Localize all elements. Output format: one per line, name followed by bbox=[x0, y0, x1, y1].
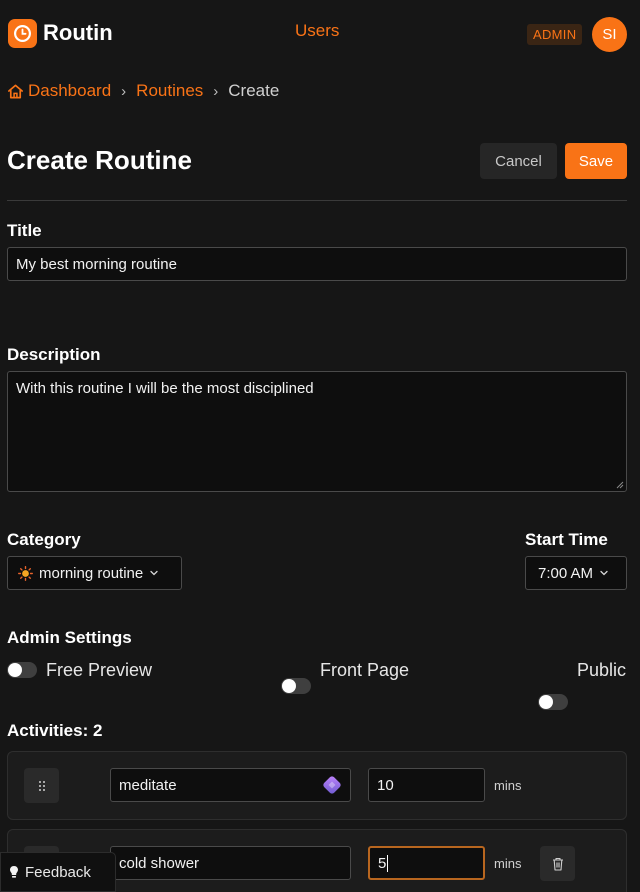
feedback-label: Feedback bbox=[25, 863, 91, 881]
duration-unit: mins bbox=[494, 778, 522, 793]
category-select[interactable]: morning routine bbox=[7, 556, 182, 590]
feedback-button[interactable]: Feedback bbox=[0, 852, 116, 892]
title-input[interactable]: My best morning routine bbox=[7, 247, 627, 281]
activity-name-value: cold shower bbox=[119, 854, 200, 872]
activity-duration-value: 10 bbox=[377, 776, 394, 794]
user-avatar[interactable]: SI bbox=[592, 17, 627, 52]
activity-duration-value: 5 bbox=[378, 854, 387, 872]
chevron-down-icon bbox=[600, 570, 608, 576]
admin-settings-heading: Admin Settings bbox=[7, 628, 132, 647]
activity-duration-input[interactable]: 10 bbox=[368, 768, 485, 802]
free-preview-label: Free Preview bbox=[46, 660, 153, 680]
start-time-label: Start Time bbox=[525, 530, 608, 549]
free-preview-toggle[interactable] bbox=[7, 662, 37, 678]
sun-icon bbox=[18, 565, 33, 581]
brand-name[interactable]: Routin bbox=[43, 20, 113, 46]
breadcrumb-separator: › bbox=[121, 82, 127, 100]
cancel-button[interactable]: Cancel bbox=[480, 143, 557, 179]
toggle-knob bbox=[282, 679, 296, 693]
drag-handle-icon[interactable] bbox=[24, 768, 59, 803]
front-page-toggle[interactable] bbox=[281, 678, 311, 694]
public-label: Public bbox=[577, 660, 627, 680]
toggle-knob bbox=[8, 663, 22, 677]
front-page-label: Front Page bbox=[320, 660, 410, 680]
chevron-down-icon bbox=[150, 570, 158, 576]
activity-duration-input-focused[interactable]: 5 bbox=[368, 846, 485, 880]
breadcrumb-dashboard[interactable]: Dashboard bbox=[28, 81, 111, 101]
page-title: Create Routine bbox=[7, 145, 192, 175]
clock-icon bbox=[14, 25, 31, 42]
activity-name-value: meditate bbox=[119, 776, 177, 794]
resize-handle-icon[interactable] bbox=[616, 481, 624, 489]
home-icon bbox=[8, 84, 23, 98]
toggle-knob bbox=[539, 695, 553, 709]
role-badge: ADMIN bbox=[527, 24, 583, 45]
app-logo[interactable] bbox=[8, 19, 37, 48]
description-textarea[interactable]: With this routine I will be the most dis… bbox=[7, 371, 627, 492]
breadcrumb-routines[interactable]: Routines bbox=[136, 81, 203, 101]
breadcrumb-current: Create bbox=[228, 81, 280, 100]
public-toggle[interactable] bbox=[538, 694, 568, 710]
activity-name-input[interactable]: meditate bbox=[110, 768, 351, 802]
save-button[interactable]: Save bbox=[565, 143, 627, 179]
ai-sparkle-icon[interactable] bbox=[320, 773, 344, 797]
activities-heading: Activities: 2 bbox=[7, 721, 103, 740]
trash-icon bbox=[552, 857, 563, 871]
grip-dots-icon bbox=[38, 780, 45, 791]
start-time-select[interactable]: 7:00 AM bbox=[525, 556, 627, 590]
category-label: Category bbox=[7, 530, 81, 549]
title-input-value: My best morning routine bbox=[16, 255, 177, 273]
title-label: Title bbox=[7, 221, 42, 240]
category-value: morning routine bbox=[39, 564, 144, 582]
text-cursor bbox=[387, 854, 389, 872]
breadcrumb-separator: › bbox=[213, 82, 219, 100]
description-label: Description bbox=[7, 345, 101, 364]
description-value: With this routine I will be the most dis… bbox=[16, 380, 314, 397]
lightbulb-icon bbox=[10, 866, 18, 878]
divider bbox=[7, 200, 627, 201]
breadcrumb: Dashboard › Routines › Create bbox=[7, 81, 279, 101]
activity-name-input[interactable]: cold shower bbox=[110, 846, 351, 880]
delete-activity-button[interactable] bbox=[540, 846, 575, 881]
duration-unit: mins bbox=[494, 856, 522, 871]
nav-link-users[interactable]: Users bbox=[295, 21, 339, 41]
start-time-value: 7:00 AM bbox=[538, 564, 594, 582]
